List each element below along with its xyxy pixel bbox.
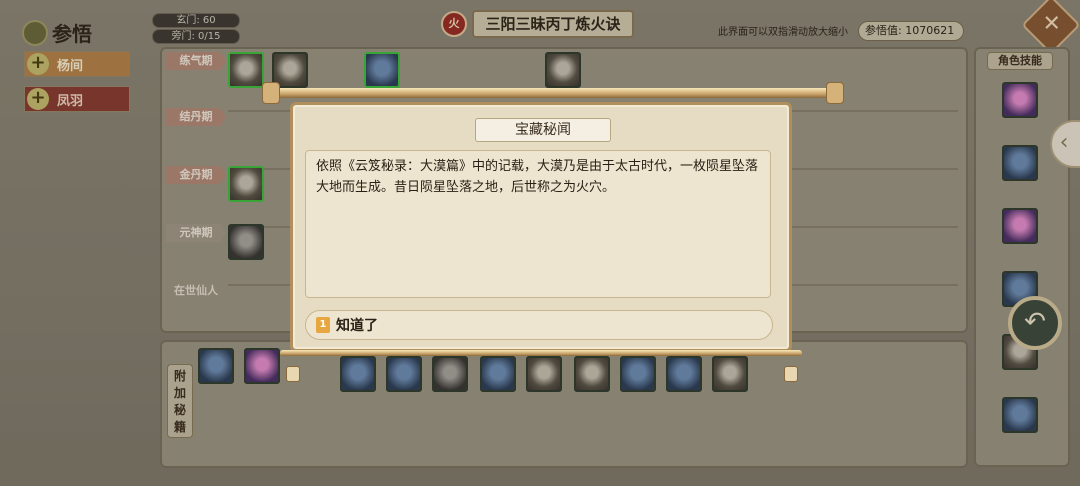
option-index-badge: 1 — [316, 317, 330, 333]
modal-title: 宝藏秘闻 — [475, 118, 611, 142]
scroll-top-rod — [270, 88, 842, 98]
acknowledge-label: 知道了 — [336, 318, 378, 334]
scroll-bottom-rod — [280, 350, 802, 356]
scroll-knob — [784, 366, 798, 382]
modal-body-text: 依照《云笈秘录：大漠篇》中的记载，大漠乃是由于太古时代，一枚陨星坠落大地而生成。… — [316, 159, 759, 195]
scroll-knob — [286, 366, 300, 382]
modal-body: 依照《云笈秘录：大漠篇》中的记载，大漠乃是由于太古时代，一枚陨星坠落大地而生成。… — [305, 150, 771, 298]
acknowledge-button[interactable]: 1 知道了 — [305, 310, 773, 340]
scroll-rod-end — [262, 82, 280, 104]
scroll-rod-end — [826, 82, 844, 104]
